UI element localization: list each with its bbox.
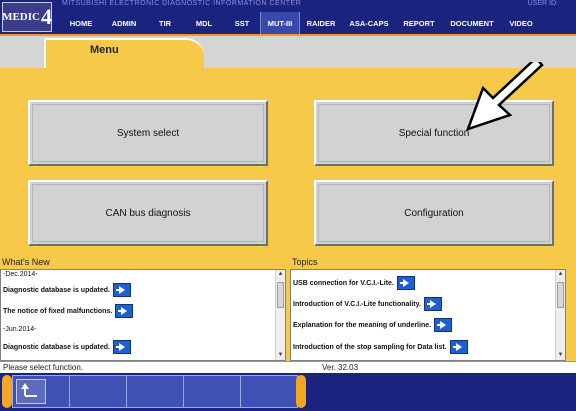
return-home-icon <box>21 383 37 397</box>
topics-title: Topics <box>292 257 318 267</box>
topics-list: USB connection for V.C.I.-Lite. Introduc… <box>290 269 566 361</box>
scroll-down-icon[interactable]: ▼ <box>556 351 565 360</box>
status-message: Please select function. <box>3 363 84 372</box>
topic-text: USB connection for V.C.I.-Lite. <box>293 279 394 287</box>
function-slot <box>184 376 241 407</box>
logo-text: MEDIC <box>2 11 40 23</box>
list-item: -Dec.2014- <box>3 271 38 278</box>
news-text: Diagnostic database is updated. <box>3 343 110 351</box>
list-item: -Jun.2014- <box>3 326 36 333</box>
logo-number: 4 <box>40 4 52 29</box>
scroll-thumb[interactable] <box>557 282 564 308</box>
button-inner-border <box>32 104 264 162</box>
scroll-up-icon[interactable]: ▲ <box>276 270 285 279</box>
nav-tabs: HOME ADMIN TIR MDL SST MUT-III RAIDER AS… <box>60 12 576 34</box>
tab-raider[interactable]: RAIDER <box>300 12 342 34</box>
tab-tir[interactable]: TIR <box>146 12 184 34</box>
tab-asa-caps[interactable]: ASA-CAPS <box>342 12 396 34</box>
tab-sst[interactable]: SST <box>224 12 260 34</box>
menu-tab: Menu <box>44 38 204 68</box>
function-slot <box>241 376 297 407</box>
blue-arrow-icon[interactable] <box>449 340 468 354</box>
configuration-button[interactable]: Configuration <box>314 180 554 246</box>
mut3-app: MEDIC 4 MITSUBISHI ELECTRONIC DIAGNOSTIC … <box>0 0 576 411</box>
can-bus-diagnosis-button[interactable]: CAN bus diagnosis <box>28 180 268 246</box>
whats-new-scrollbar[interactable]: ▲ ▼ <box>275 270 285 360</box>
medic-logo: MEDIC 4 <box>2 2 52 32</box>
list-item[interactable]: Introduction of V.C.I.-Lite functionalit… <box>293 297 442 311</box>
topic-text: Introduction of the stop sampling for Da… <box>293 343 447 351</box>
user-id-label: USER ID: <box>527 0 558 7</box>
info-panel: What's New -Dec.2014- Diagnostic databas… <box>0 256 576 361</box>
center-name-label: MITSUBISHI ELECTRONIC DIAGNOSTIC INFORMA… <box>62 0 302 7</box>
news-date: -Jun.2014- <box>3 326 37 333</box>
button-inner-border <box>318 184 550 242</box>
news-text: Diagnostic database is updated. <box>3 286 110 294</box>
function-key-strip <box>12 375 298 408</box>
whats-new-list: -Dec.2014- Diagnostic database is update… <box>0 269 286 361</box>
tab-report[interactable]: REPORT <box>396 12 442 34</box>
topics-scrollbar[interactable]: ▲ ▼ <box>555 270 565 360</box>
top-navigation-bar: MEDIC 4 MITSUBISHI ELECTRONIC DIAGNOSTIC … <box>0 0 576 34</box>
topic-text: Explanation for the meaning of underline… <box>293 321 432 329</box>
version-label: Ver. 32.03 <box>322 363 359 372</box>
bottom-toolbar <box>0 373 576 411</box>
blue-arrow-icon[interactable] <box>112 283 131 297</box>
news-text: The notice of fixed malfunctions. <box>3 307 113 315</box>
system-select-button[interactable]: System select <box>28 100 268 166</box>
list-item[interactable]: USB connection for V.C.I.-Lite. <box>293 276 415 290</box>
blue-arrow-icon[interactable] <box>434 318 453 332</box>
tab-admin[interactable]: ADMIN <box>102 12 146 34</box>
return-button[interactable] <box>16 379 46 404</box>
scroll-up-icon[interactable]: ▲ <box>556 270 565 279</box>
blue-arrow-icon[interactable] <box>396 276 415 290</box>
tab-mut-iii[interactable]: MUT-III <box>260 12 300 34</box>
tab-home[interactable]: HOME <box>60 12 102 34</box>
menu-title: Menu <box>90 44 119 56</box>
blue-arrow-icon[interactable] <box>115 304 134 318</box>
news-date: -Dec.2014- <box>3 271 38 278</box>
function-slot <box>70 376 127 407</box>
blue-arrow-icon[interactable] <box>423 297 442 311</box>
list-item[interactable]: Diagnostic database is updated. <box>3 283 131 297</box>
arrow-pointer-icon <box>466 62 544 131</box>
list-item[interactable]: The notice of fixed malfunctions. <box>3 304 134 318</box>
list-item[interactable]: Explanation for the meaning of underline… <box>293 318 453 332</box>
list-item[interactable]: Diagnostic database is updated. <box>3 340 131 354</box>
topic-text: Introduction of V.C.I.-Lite functionalit… <box>293 300 421 308</box>
function-slot <box>127 376 184 407</box>
scroll-thumb[interactable] <box>277 282 284 308</box>
toolbar-right-cap <box>296 375 306 408</box>
list-item[interactable]: Introduction of the stop sampling for Da… <box>293 340 468 354</box>
whats-new-title: What's New <box>2 257 50 267</box>
tab-document[interactable]: DOCUMENT <box>442 12 502 34</box>
tab-video[interactable]: VIDEO <box>502 12 540 34</box>
button-inner-border <box>32 184 264 242</box>
scroll-down-icon[interactable]: ▼ <box>276 351 285 360</box>
blue-arrow-icon[interactable] <box>112 340 131 354</box>
tab-mdl[interactable]: MDL <box>184 12 224 34</box>
toolbar-left-cap <box>2 375 12 408</box>
